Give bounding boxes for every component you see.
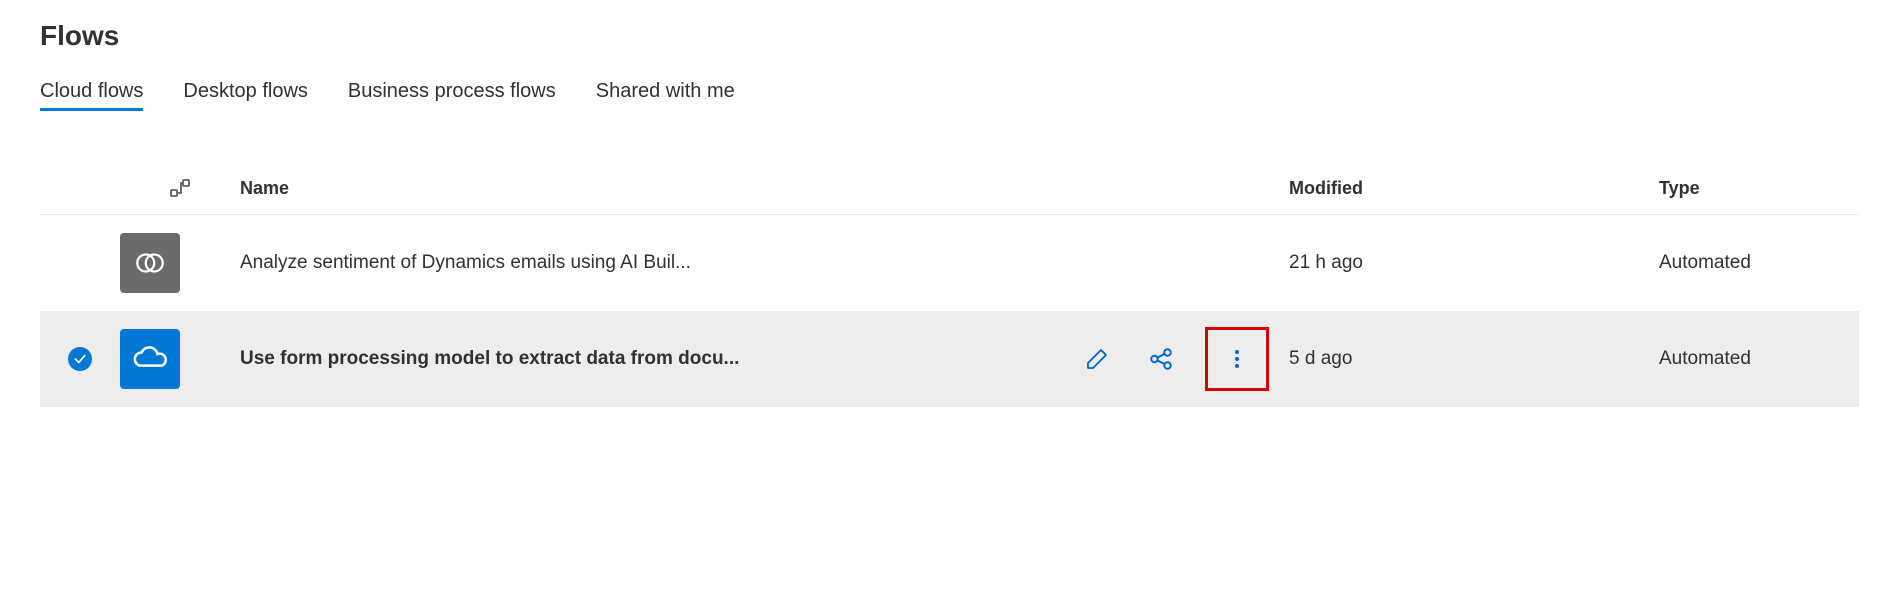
onedrive-icon (120, 329, 180, 389)
row-actions (1077, 327, 1269, 391)
more-commands-button[interactable] (1217, 339, 1257, 379)
tab-desktop-flows[interactable]: Desktop flows (183, 80, 308, 111)
table-row[interactable]: Use form processing model to extract dat… (40, 311, 1859, 407)
row-icon-cell (120, 329, 240, 389)
table-row[interactable]: Analyze sentiment of Dynamics emails usi… (40, 215, 1859, 311)
column-flow-type-icon (120, 176, 240, 200)
row-icon-cell (120, 233, 240, 293)
table-header-row: Name Modified Type (40, 162, 1859, 215)
flow-name[interactable]: Analyze sentiment of Dynamics emails usi… (240, 252, 1269, 274)
flow-name[interactable]: Use form processing model to extract dat… (240, 348, 1067, 370)
row-type: Automated (1659, 252, 1859, 274)
row-name-cell: Use form processing model to extract dat… (240, 327, 1289, 391)
row-modified: 21 h ago (1289, 252, 1659, 274)
tabs: Cloud flows Desktop flows Business proce… (40, 80, 1859, 112)
page-title: Flows (40, 20, 1859, 52)
column-type[interactable]: Type (1659, 178, 1859, 199)
row-modified: 5 d ago (1289, 348, 1659, 370)
more-vertical-icon (1225, 347, 1249, 371)
column-modified[interactable]: Modified (1289, 178, 1659, 199)
row-name-cell: Analyze sentiment of Dynamics emails usi… (240, 252, 1289, 274)
flows-table: Name Modified Type Analyze sentiment of … (40, 162, 1859, 407)
column-name[interactable]: Name (240, 178, 1289, 199)
more-commands-highlight (1205, 327, 1269, 391)
share-button[interactable] (1141, 339, 1181, 379)
checkmark-icon (68, 347, 92, 371)
tab-business-process-flows[interactable]: Business process flows (348, 80, 556, 111)
edit-button[interactable] (1077, 339, 1117, 379)
pencil-icon (1085, 347, 1109, 371)
tab-cloud-flows[interactable]: Cloud flows (40, 80, 143, 111)
row-type: Automated (1659, 348, 1859, 370)
flow-type-header-icon (168, 176, 192, 200)
share-icon (1148, 346, 1174, 372)
row-checkbox[interactable] (40, 347, 120, 371)
tab-shared-with-me[interactable]: Shared with me (596, 80, 735, 111)
dynamics-icon (120, 233, 180, 293)
